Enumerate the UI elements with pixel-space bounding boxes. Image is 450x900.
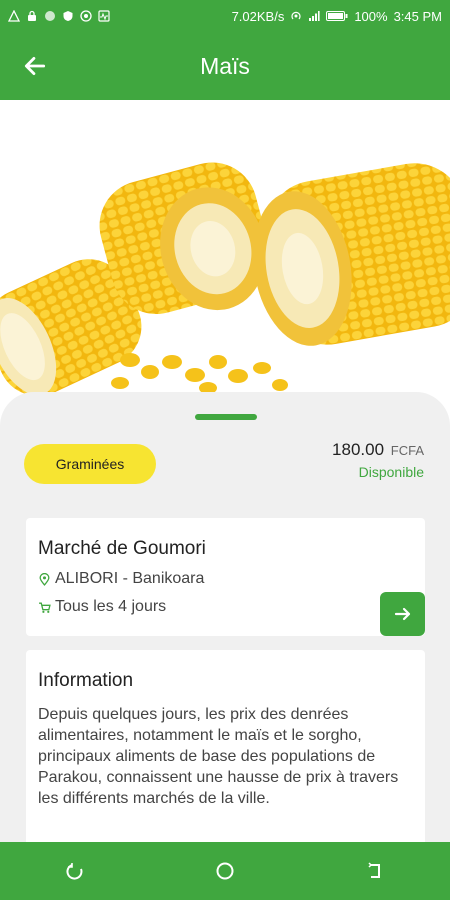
map-pin-icon (39, 572, 50, 586)
home-button[interactable] (195, 846, 255, 896)
shield-icon (62, 10, 74, 22)
battery-icon (326, 10, 348, 22)
recent-apps-button[interactable] (45, 846, 105, 896)
clock: 3:45 PM (393, 8, 442, 24)
information-text: Depuis quelques jours, les prix des denr… (38, 706, 399, 807)
market-frequency: Tous les 4 jours (38, 598, 166, 616)
drag-handle[interactable] (195, 414, 257, 420)
warning-icon (7, 9, 21, 22)
price: 180.00 FCFA (332, 440, 424, 460)
availability-status: Disponible (358, 464, 424, 480)
product-image (0, 100, 450, 400)
market-name: Marché de Goumori (38, 538, 206, 559)
arrow-right-icon (394, 607, 410, 621)
dot-icon (44, 10, 56, 22)
category-badge: Graminées (24, 444, 156, 484)
open-market-button[interactable] (380, 592, 425, 636)
app-bar: Maïs (0, 32, 450, 100)
lock-icon (26, 10, 38, 22)
market-location: ALIBORI - Banikoara (38, 570, 204, 588)
price-value: 180.00 (332, 440, 385, 459)
market-card: Marché de Goumori ALIBORI - Banikoara To… (26, 518, 425, 636)
arrow-left-icon (24, 57, 46, 75)
back-nav-button[interactable] (345, 846, 405, 896)
price-block: 180.00 FCFA Disponible (332, 440, 424, 480)
battery-level: 100% (354, 8, 388, 24)
network-speed: 7.02KB/s (231, 8, 285, 24)
market-location-text: ALIBORI - Banikoara (55, 570, 205, 587)
hotspot-icon (290, 10, 302, 22)
back-button[interactable] (0, 32, 70, 100)
product-details-sheet: Graminées 180.00 FCFA Disponible Marché … (0, 392, 450, 850)
status-bar: 7.02KB/s 100% 3:45 PM (0, 0, 450, 32)
circle-check-icon (80, 10, 92, 22)
cart-icon (39, 602, 51, 613)
signal-icon (308, 10, 320, 22)
market-frequency-text: Tous les 4 jours (55, 598, 167, 615)
home-circle-icon (216, 862, 234, 880)
information-title: Information (38, 670, 134, 691)
price-currency: FCFA (390, 443, 424, 458)
information-card: Information Depuis quelques jours, les p… (26, 650, 425, 850)
back-nav-icon (368, 862, 380, 878)
activity-icon (98, 10, 110, 22)
system-nav-bar (0, 842, 450, 900)
recent-apps-icon (66, 863, 83, 880)
